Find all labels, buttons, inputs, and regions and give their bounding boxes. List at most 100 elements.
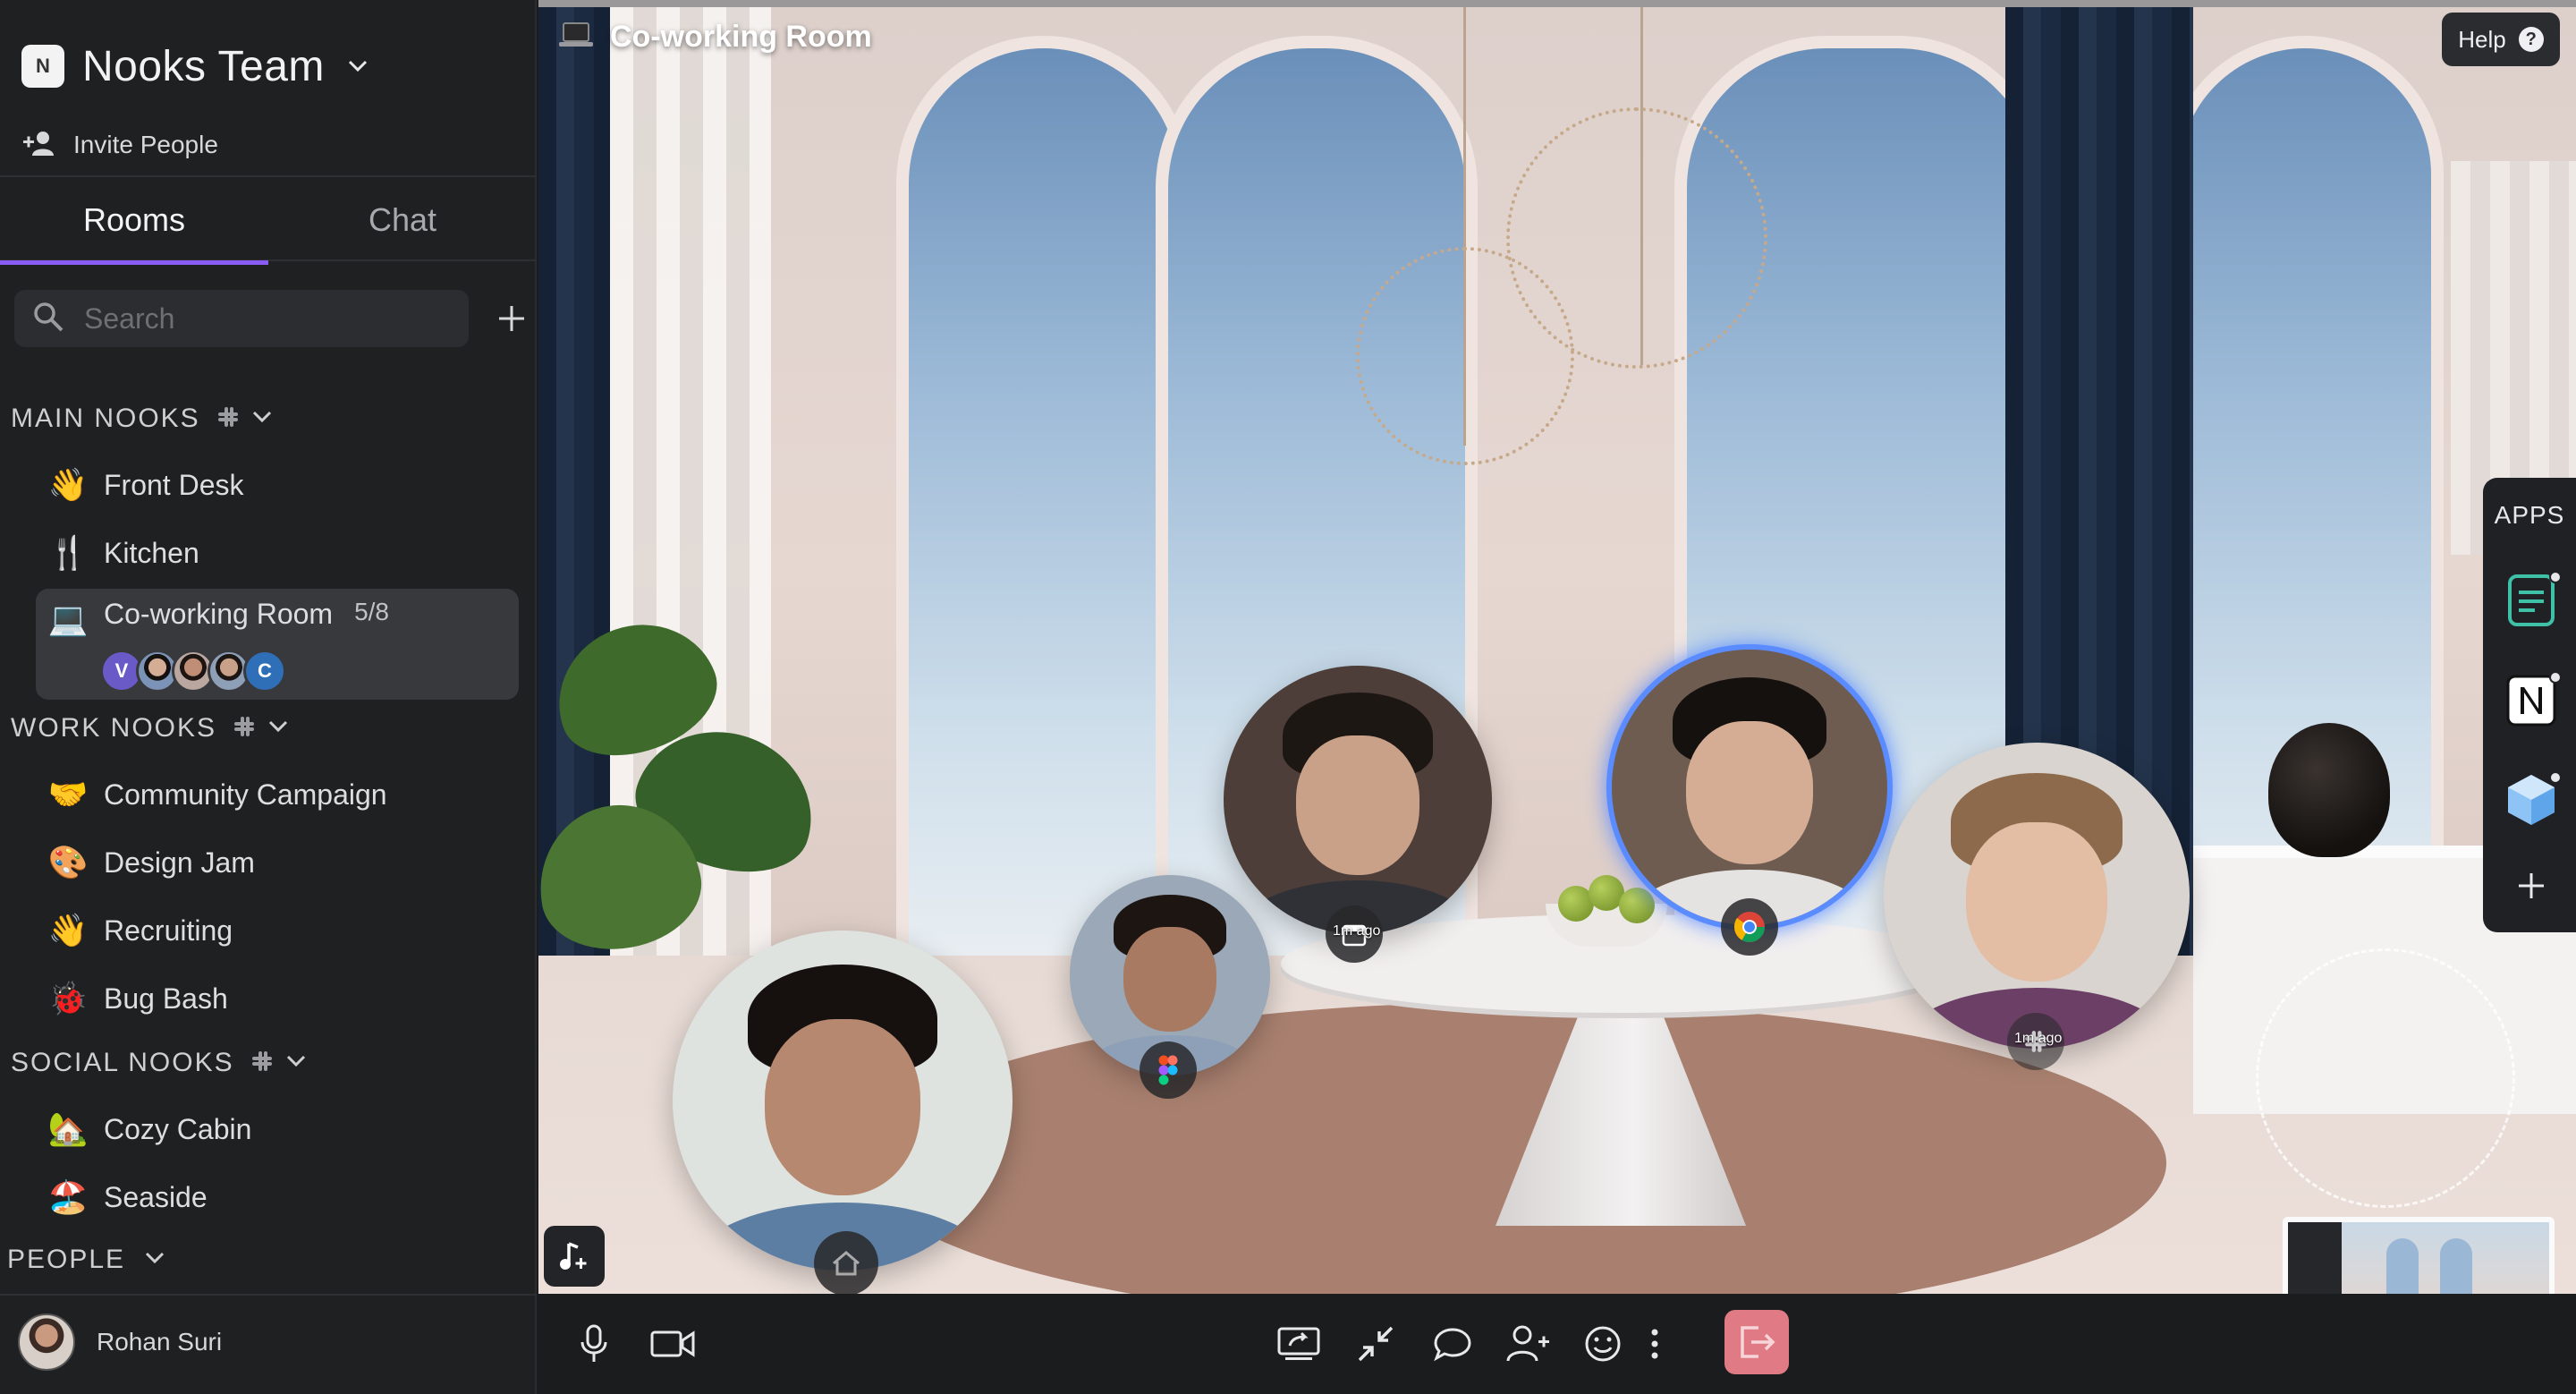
team-name: Nooks Team — [82, 42, 325, 90]
room-front-desk[interactable]: 👋 Front Desk — [36, 456, 519, 514]
add-room-button[interactable] — [490, 297, 533, 340]
slack-icon — [233, 715, 256, 743]
participant-video[interactable] — [1224, 666, 1492, 934]
waving-hand-icon: 👋 — [47, 912, 89, 948]
participant-face — [764, 1018, 921, 1196]
room-participants: V C — [100, 650, 286, 693]
room-occupancy: 5/8 — [354, 598, 390, 625]
more-options-button[interactable] — [1637, 1315, 1673, 1373]
status-dot — [2549, 671, 2562, 684]
camera-button[interactable] — [644, 1315, 701, 1373]
room-cozy-cabin[interactable]: 🏡 Cozy Cabin — [36, 1101, 519, 1158]
room-header: Co-working Room — [558, 20, 872, 55]
section-social-nooks[interactable]: SOCIAL NOOKS — [11, 1043, 306, 1083]
section-title: WORK NOOKS — [11, 713, 217, 743]
slack-icon — [216, 405, 240, 433]
section-title: SOCIAL NOOKS — [11, 1048, 234, 1077]
room-title: Co-working Room — [610, 20, 872, 54]
room-label: Community Campaign — [104, 778, 387, 811]
chevron-down-icon — [346, 55, 369, 78]
leave-room-button[interactable] — [1724, 1310, 1789, 1374]
share-screen-button[interactable] — [1270, 1315, 1327, 1373]
help-button[interactable]: Help ? — [2442, 13, 2560, 66]
participant-face — [1296, 735, 1419, 875]
participant-video[interactable] — [673, 931, 1013, 1271]
search-icon — [32, 301, 64, 337]
add-app-button[interactable] — [2503, 854, 2560, 918]
tab-chat[interactable]: Chat — [268, 177, 537, 263]
handshake-icon: 🤝 — [47, 776, 89, 812]
room-kitchen[interactable]: 🍴 Kitchen — [36, 524, 519, 582]
microphone-icon — [580, 1324, 607, 1362]
divider — [0, 1294, 537, 1296]
chevron-down-icon — [252, 411, 272, 428]
invite-people-label: Invite People — [73, 131, 218, 158]
plus-icon — [499, 306, 524, 331]
apps-panel: APPS — [2483, 478, 2576, 932]
home-icon — [814, 1231, 878, 1294]
status-dot — [2549, 771, 2562, 784]
room-stage: 1m ago 1m ago Co-working Room Help ? APP… — [538, 0, 2576, 1294]
figma-icon — [1140, 1041, 1197, 1099]
participant-video-speaking[interactable] — [1606, 644, 1893, 931]
help-label: Help — [2458, 25, 2506, 53]
microphone-button[interactable] — [565, 1315, 623, 1373]
add-person-icon — [21, 129, 57, 162]
3d-app-button[interactable] — [2503, 768, 2562, 832]
chevron-down-icon — [268, 720, 288, 737]
divider — [538, 0, 2576, 7]
apps-title: APPS — [2494, 501, 2565, 529]
invite-people-button[interactable]: Invite People — [21, 125, 218, 165]
section-work-nooks[interactable]: WORK NOOKS — [11, 709, 288, 748]
section-title: PEOPLE — [7, 1245, 126, 1274]
reactions-button[interactable] — [1574, 1315, 1631, 1373]
search-input[interactable] — [84, 302, 442, 336]
music-button[interactable] — [544, 1226, 605, 1287]
chevron-down-icon — [145, 1252, 165, 1269]
current-user[interactable]: Rohan Suri — [18, 1313, 222, 1371]
smiley-icon — [1585, 1326, 1621, 1362]
invite-to-room-button[interactable] — [1499, 1315, 1556, 1373]
avatar — [18, 1313, 75, 1371]
room-recruiting[interactable]: 👋 Recruiting — [36, 902, 519, 959]
ladybug-icon: 🐞 — [47, 980, 89, 1016]
room-community-campaign[interactable]: 🤝 Community Campaign — [36, 766, 519, 823]
room-co-working[interactable]: 💻 Co-working Room 5/8 V C — [36, 589, 519, 700]
room-label: Seaside — [104, 1180, 208, 1213]
laptop-icon: 💻 — [47, 600, 89, 637]
team-switcher[interactable]: N Nooks Team — [21, 41, 369, 91]
room-design-jam[interactable]: 🎨 Design Jam — [36, 834, 519, 891]
room-seaside[interactable]: 🏖️ Seaside — [36, 1169, 519, 1226]
avatar[interactable]: C — [243, 650, 286, 693]
minimize-button[interactable] — [1347, 1315, 1404, 1373]
room-label: Recruiting — [104, 914, 233, 947]
slack-icon — [250, 1050, 274, 1077]
team-logo: N — [21, 45, 64, 88]
add-person-icon — [1506, 1325, 1549, 1362]
sidebar: N Nooks Team Invite People Rooms Chat MA… — [0, 0, 537, 1394]
sidebar-tabs: Rooms Chat — [0, 175, 537, 265]
beach-icon: 🏖️ — [47, 1178, 89, 1215]
section-main-nooks[interactable]: MAIN NOOKS — [11, 399, 272, 438]
status-dot — [2549, 571, 2562, 583]
chrome-icon — [1721, 898, 1778, 956]
call-controls — [538, 1294, 2576, 1394]
question-icon: ? — [2518, 27, 2544, 52]
collapse-icon — [1358, 1326, 1394, 1362]
room-label: Front Desk — [104, 468, 244, 501]
participant-face — [1123, 927, 1216, 1032]
participant-video[interactable] — [1884, 743, 2190, 1049]
notes-app-button[interactable] — [2503, 567, 2562, 632]
chat-button[interactable] — [1424, 1315, 1481, 1373]
room-label: Kitchen — [104, 536, 199, 569]
room-label: Design Jam — [104, 846, 255, 879]
tab-rooms[interactable]: Rooms — [0, 177, 268, 265]
room-label: Cozy Cabin — [104, 1112, 252, 1145]
last-active-label: 1m ago — [2014, 1031, 2063, 1046]
room-bug-bash[interactable]: 🐞 Bug Bash — [36, 970, 519, 1027]
section-people[interactable]: PEOPLE — [7, 1240, 165, 1279]
screen-share-icon — [1277, 1327, 1320, 1360]
notion-app-button[interactable] — [2503, 667, 2562, 732]
room-label: Co-working Room — [104, 598, 334, 630]
window — [896, 36, 1191, 966]
